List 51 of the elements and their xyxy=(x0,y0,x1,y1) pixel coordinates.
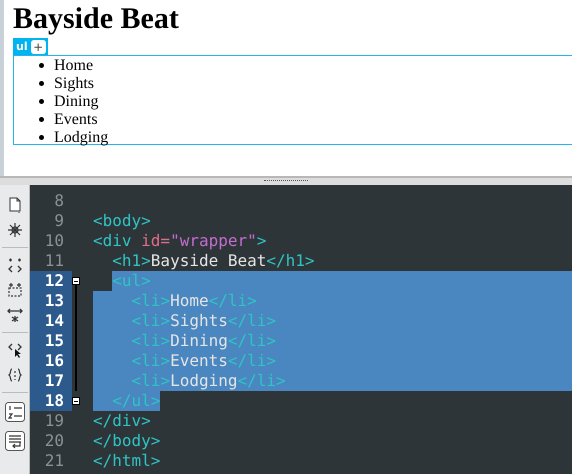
code-line: </body> xyxy=(93,431,160,451)
line-number: 11 xyxy=(44,251,65,271)
select-parent-icon[interactable] xyxy=(6,282,22,298)
add-button[interactable]: + xyxy=(30,40,46,54)
list-item: Dining xyxy=(54,92,98,110)
code-line: </html> xyxy=(93,451,160,471)
grip-icon[interactable] xyxy=(264,180,308,183)
line-number: 17 xyxy=(30,371,72,391)
list-item: Events xyxy=(54,110,98,128)
word-wrap-icon[interactable] xyxy=(4,431,24,451)
list-item: Sights xyxy=(54,74,94,92)
code-line: <body> xyxy=(93,211,151,231)
bullet-icon xyxy=(39,80,44,86)
code-line: <ul> xyxy=(112,271,151,291)
code-line: <li>Lodging</li> xyxy=(130,371,286,391)
list-item: Lodging xyxy=(54,128,108,146)
asterisk-icon[interactable] xyxy=(6,222,22,238)
line-number: 18 xyxy=(30,391,72,411)
bullet-icon xyxy=(39,62,44,68)
line-numbers-icon[interactable] xyxy=(4,402,24,422)
document-icon[interactable] xyxy=(6,197,22,213)
code-line: <h1>Bayside Beat</h1> xyxy=(111,251,315,271)
code-line: <li>Home</li> xyxy=(130,291,257,311)
braces-icon[interactable] xyxy=(6,367,22,383)
code-line: <li>Events</li> xyxy=(130,351,276,371)
code-line: <li>Sights</li> xyxy=(130,311,276,331)
code-line: <li>Dining</li> xyxy=(130,331,276,351)
line-number: 9 xyxy=(53,211,65,231)
expand-code-icon[interactable] xyxy=(6,257,22,273)
line-number: 13 xyxy=(30,291,72,311)
tag-cursor-icon[interactable] xyxy=(6,342,22,358)
line-number: 15 xyxy=(30,331,72,351)
collapse-icon[interactable] xyxy=(72,277,80,285)
line-number: 8 xyxy=(53,191,65,211)
page-heading: Bayside Beat xyxy=(13,1,180,37)
list-item: Home xyxy=(54,56,94,74)
bullet-icon xyxy=(39,116,44,122)
line-number: 12 xyxy=(30,271,72,291)
code-line: <div id="wrapper"> xyxy=(93,231,266,251)
code-line: </ul> xyxy=(111,391,160,411)
line-number: 21 xyxy=(44,451,65,471)
line-number: 19 xyxy=(44,411,65,431)
line-number: 20 xyxy=(44,431,65,451)
collapse-selection-icon[interactable] xyxy=(6,307,22,323)
line-number: 14 xyxy=(30,311,72,331)
line-number: 10 xyxy=(44,231,65,251)
code-line: </div> xyxy=(93,411,151,431)
line-number: 16 xyxy=(30,351,72,371)
collapse-icon[interactable] xyxy=(72,397,80,405)
bullet-icon xyxy=(39,134,44,140)
bullet-icon xyxy=(39,98,44,104)
